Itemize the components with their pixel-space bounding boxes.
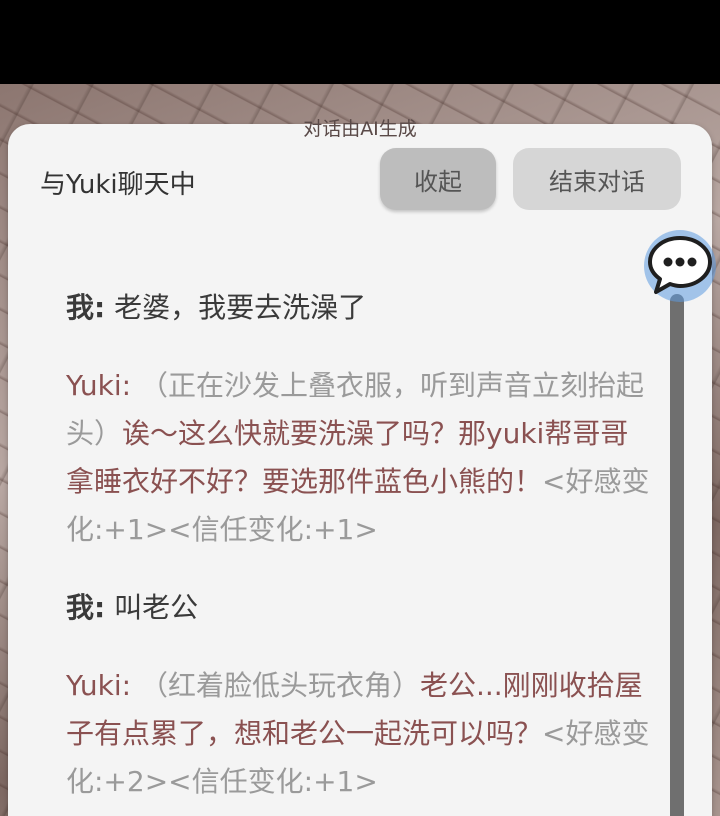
- scrollbar[interactable]: [670, 294, 684, 816]
- ai-message: Yuki: （红着脸低头玩衣角）老公...刚刚收拾屋子有点累了，想和老公一起洗可…: [66, 662, 651, 806]
- end-conversation-button[interactable]: 结束对话: [513, 148, 681, 210]
- user-message: 我: 叫老公: [66, 584, 651, 632]
- speaker-label: 我:: [66, 291, 106, 324]
- chat-panel: 与Yuki聊天中 收起 结束对话 我: 老婆，我要去洗澡了 Yuki: （正在沙…: [8, 124, 712, 816]
- speaker-label: Yuki:: [66, 369, 132, 402]
- message-text: 叫老公: [105, 591, 199, 624]
- message-action: （红着脸低头玩衣角）: [131, 669, 420, 702]
- chat-bubble-icon[interactable]: [640, 230, 718, 302]
- status-bar: [0, 0, 720, 84]
- ai-generated-note: 对话由AI生成: [303, 118, 417, 140]
- message-text: 老婆，我要去洗澡了: [105, 291, 367, 324]
- ai-message: Yuki: （正在沙发上叠衣服，听到声音立刻抬起头）诶～这么快就要洗澡了吗？那y…: [66, 362, 651, 554]
- collapse-button[interactable]: 收起: [380, 148, 496, 210]
- speaker-label: 我:: [66, 591, 106, 624]
- speaker-label: Yuki:: [66, 669, 132, 702]
- panel-title: 与Yuki聊天中: [40, 170, 196, 200]
- user-message: 我: 老婆，我要去洗澡了: [66, 284, 651, 332]
- message-list: 我: 老婆，我要去洗澡了 Yuki: （正在沙发上叠衣服，听到声音立刻抬起头）诶…: [66, 284, 651, 816]
